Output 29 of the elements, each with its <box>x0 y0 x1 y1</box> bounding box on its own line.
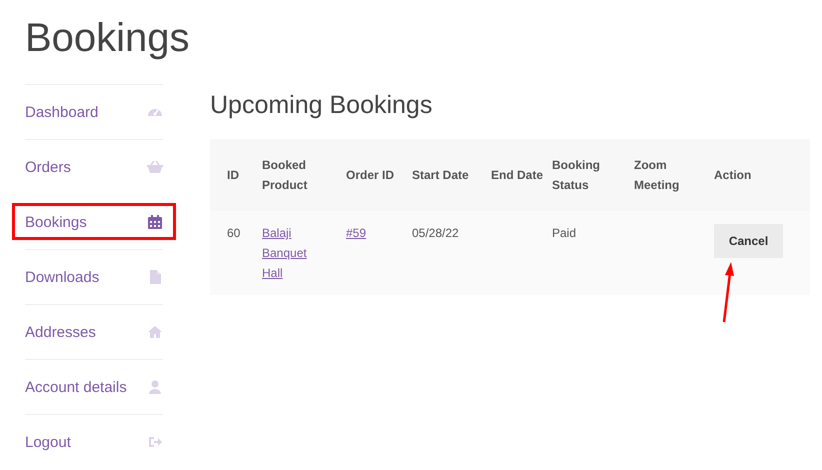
column-header: ID <box>210 139 262 211</box>
page-title: Bookings <box>24 15 191 62</box>
column-header: Zoom Meeting <box>634 139 714 211</box>
column-header: Booked Product <box>262 139 346 211</box>
link[interactable]: #59 <box>346 223 396 243</box>
user-icon <box>147 379 163 395</box>
table-cell: 60 <box>227 226 240 240</box>
calendar-icon <box>147 214 163 230</box>
table-cell: Paid <box>552 226 576 240</box>
column-header: Start Date <box>412 139 491 211</box>
file-icon <box>147 269 163 285</box>
column-header: Booking Status <box>552 139 634 211</box>
table-cell: 05/28/22 <box>412 226 459 240</box>
column-header: Order ID <box>346 139 412 211</box>
basket-icon <box>147 159 163 175</box>
sidebar-link[interactable]: Bookings <box>3 194 185 249</box>
sidebar-link[interactable]: Dashboard <box>25 84 163 139</box>
sidebar-link[interactable]: Orders <box>25 139 163 194</box>
column-header: End Date <box>491 139 552 211</box>
sidebar-link[interactable]: Logout <box>25 414 163 469</box>
house-icon <box>147 324 163 340</box>
column-header: Action <box>714 139 810 211</box>
sidebar-link[interactable]: Downloads <box>25 249 163 304</box>
sidebar-link[interactable]: Account details <box>25 359 163 414</box>
section-title: Upcoming Bookings <box>210 90 434 121</box>
cancel-button[interactable]: Cancel <box>714 224 783 258</box>
logout-icon <box>147 434 163 450</box>
link[interactable]: Balaji Banquet Hall <box>262 223 312 283</box>
sidebar-link[interactable]: Addresses <box>25 304 163 359</box>
